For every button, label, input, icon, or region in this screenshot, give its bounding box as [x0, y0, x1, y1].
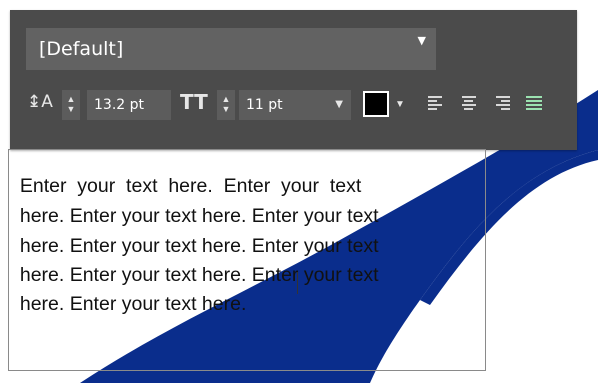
font-size-select[interactable]: 11 pt ▼: [239, 90, 351, 120]
align-left-icon[interactable]: [428, 96, 442, 112]
align-center-icon[interactable]: [462, 96, 476, 112]
font-size-value: 11 pt: [246, 97, 283, 113]
font-size-icon: TT: [180, 90, 208, 114]
paragraph-style-value: [Default]: [39, 38, 124, 60]
chevron-down-icon: ▼: [395, 99, 405, 110]
align-right-icon[interactable]: [496, 96, 510, 112]
text-format-toolbar: [Default] ▼ ↨A ▲ ▼ 13.2 pt TT ▲ ▼ 11 pt ▼ …: [10, 10, 577, 150]
format-controls-row: ↨A ▲ ▼ 13.2 pt TT ▲ ▼ 11 pt ▼ ▼: [10, 87, 577, 123]
line-spacing-value: 13.2 pt: [94, 97, 144, 113]
line-spacing-stepper[interactable]: ▲ ▼: [62, 90, 80, 120]
line-spacing-icon: ↨A: [27, 92, 53, 112]
align-justify-icon[interactable]: [526, 96, 542, 112]
line-spacing-field[interactable]: 13.2 pt: [87, 90, 171, 120]
text-cursor: [297, 272, 298, 294]
font-size-stepper[interactable]: ▲ ▼: [217, 90, 235, 120]
text-line-5[interactable]: here. Enter your text here.: [9, 270, 247, 316]
chevron-down-icon: ▼: [417, 34, 426, 47]
paragraph-style-select[interactable]: [Default] ▼: [26, 28, 436, 70]
text-color-swatch[interactable]: [363, 91, 389, 117]
chevron-down-icon: ▼: [335, 99, 343, 110]
